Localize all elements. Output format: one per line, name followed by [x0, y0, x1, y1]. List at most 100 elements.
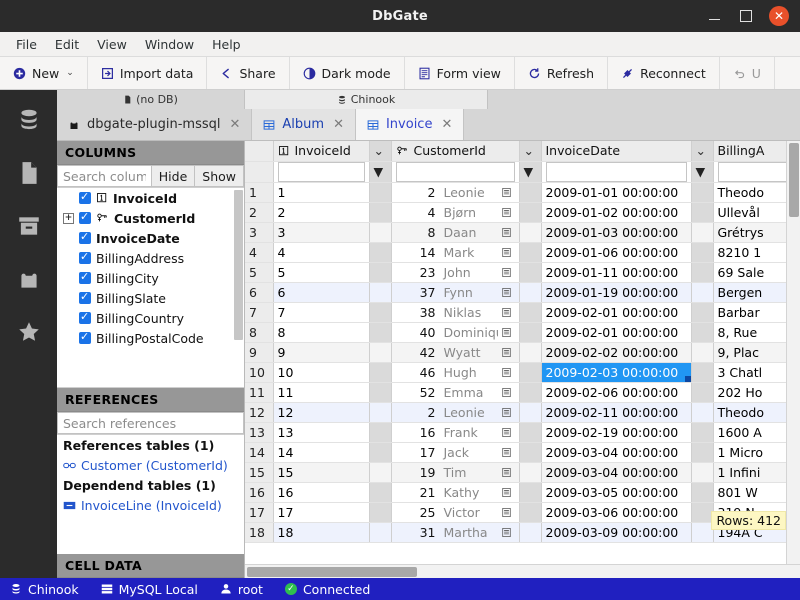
checkbox[interactable] — [79, 292, 91, 304]
form-view-button[interactable]: Form view — [405, 57, 515, 89]
table-row[interactable]: 338Daan2009-01-03 00:00:00Grétrys — [245, 222, 800, 242]
menu-item-view[interactable]: View — [89, 35, 135, 54]
row-spacer[interactable] — [369, 322, 391, 342]
cell-customerid[interactable]: 37Fynn — [391, 282, 519, 302]
table-row[interactable]: 151519Tim2009-03-04 00:00:001 Infini — [245, 462, 800, 482]
scrollbar-thumb[interactable] — [789, 143, 799, 217]
row-spacer[interactable] — [369, 502, 391, 522]
filter-cell-invoicedate[interactable] — [541, 161, 691, 182]
menu-item-help[interactable]: Help — [204, 35, 249, 54]
table-row[interactable]: 161621Kathy2009-03-05 00:00:00801 W — [245, 482, 800, 502]
row-number-cell[interactable]: 17 — [245, 502, 273, 522]
column-header-invoicedate[interactable]: InvoiceDate — [541, 141, 691, 161]
row-spacer[interactable] — [369, 482, 391, 502]
row-number-cell[interactable]: 12 — [245, 402, 273, 422]
row-spacer[interactable] — [519, 182, 541, 202]
column-dropdown-invoicedate[interactable]: ⌄ — [691, 141, 713, 161]
row-spacer[interactable] — [691, 502, 713, 522]
cell-invoicedate[interactable]: 2009-02-19 00:00:00 — [541, 422, 691, 442]
checkbox[interactable] — [79, 272, 91, 284]
filter-input-customerid[interactable] — [396, 162, 515, 182]
undo-button[interactable]: U — [720, 57, 775, 89]
checkbox[interactable] — [79, 332, 91, 344]
cell-invoicedate[interactable]: 2009-02-06 00:00:00 — [541, 382, 691, 402]
row-spacer[interactable] — [691, 322, 713, 342]
cell-invoicedate[interactable]: 2009-01-06 00:00:00 — [541, 242, 691, 262]
share-button[interactable]: Share — [207, 57, 289, 89]
column-header-customerid[interactable]: CustomerId — [391, 141, 519, 161]
cell-customerid[interactable]: 42Wyatt — [391, 342, 519, 362]
row-spacer[interactable] — [369, 282, 391, 302]
cell-invoicedate[interactable]: 2009-01-11 00:00:00 — [541, 262, 691, 282]
cell-invoiceid[interactable]: 6 — [273, 282, 369, 302]
row-number-cell[interactable]: 6 — [245, 282, 273, 302]
row-spacer[interactable] — [519, 462, 541, 482]
reference-item-customer[interactable]: Customer (CustomerId) — [57, 455, 244, 475]
row-number-cell[interactable]: 10 — [245, 362, 273, 382]
filter-input-invoiceid[interactable] — [278, 162, 365, 182]
cell-customerid[interactable]: 2Leonie — [391, 402, 519, 422]
row-spacer[interactable] — [519, 482, 541, 502]
filter-cell-customerid[interactable] — [391, 161, 519, 182]
rail-item-archive[interactable] — [7, 204, 51, 248]
cell-customerid[interactable]: 4Bjørn — [391, 202, 519, 222]
rail-item-plugins[interactable] — [7, 257, 51, 301]
table-row[interactable]: 9942Wyatt2009-02-02 00:00:009, Plac — [245, 342, 800, 362]
show-columns-button[interactable]: Show — [195, 165, 244, 187]
filter-icon[interactable]: ▼ — [519, 161, 541, 182]
row-spacer[interactable] — [369, 182, 391, 202]
grid-vertical-scrollbar[interactable] — [786, 141, 800, 564]
cell-invoicedate[interactable]: 2009-01-01 00:00:00 — [541, 182, 691, 202]
cell-invoicedate[interactable]: 2009-03-04 00:00:00 — [541, 442, 691, 462]
row-spacer[interactable] — [519, 502, 541, 522]
table-row[interactable]: 4414Mark2009-01-06 00:00:008210 1 — [245, 242, 800, 262]
import-data-button[interactable]: Import data — [88, 57, 208, 89]
column-dropdown-invoiceid[interactable]: ⌄ — [369, 141, 391, 161]
close-icon[interactable]: ✕ — [769, 6, 789, 26]
grid-horizontal-scrollbar[interactable] — [245, 564, 800, 578]
row-spacer[interactable] — [369, 442, 391, 462]
cell-customerid[interactable]: 16Frank — [391, 422, 519, 442]
data-grid[interactable]: InvoiceId ⌄ CustomerId — [245, 141, 800, 564]
cell-invoicedate[interactable]: 2009-01-02 00:00:00 — [541, 202, 691, 222]
column-item-billingpostalcode[interactable]: BillingPostalCode — [57, 328, 244, 348]
row-spacer[interactable] — [691, 342, 713, 362]
cell-invoicedate[interactable]: 2009-03-05 00:00:00 — [541, 482, 691, 502]
checkbox[interactable] — [79, 212, 91, 224]
row-spacer[interactable] — [519, 302, 541, 322]
row-spacer[interactable] — [691, 262, 713, 282]
search-references-input[interactable] — [57, 412, 244, 434]
row-spacer[interactable] — [691, 222, 713, 242]
filter-icon[interactable]: ▼ — [691, 161, 713, 182]
column-item-billingaddress[interactable]: BillingAddress — [57, 248, 244, 268]
dark-mode-button[interactable]: Dark mode — [290, 57, 405, 89]
column-header-invoiceid[interactable]: InvoiceId — [273, 141, 369, 161]
minimize-icon[interactable] — [705, 7, 723, 25]
row-spacer[interactable] — [519, 382, 541, 402]
close-icon[interactable]: ✕ — [441, 117, 452, 132]
expand-icon[interactable]: + — [63, 213, 74, 224]
table-row[interactable]: 12122Leonie2009-02-11 00:00:00Theodo — [245, 402, 800, 422]
cell-customerid[interactable]: 14Mark — [391, 242, 519, 262]
row-spacer[interactable] — [519, 362, 541, 382]
row-spacer[interactable] — [691, 282, 713, 302]
cell-invoiceid[interactable]: 12 — [273, 402, 369, 422]
row-spacer[interactable] — [691, 522, 713, 542]
row-number-cell[interactable]: 13 — [245, 422, 273, 442]
cell-customerid[interactable]: 52Emma — [391, 382, 519, 402]
cell-invoicedate[interactable]: 2009-02-01 00:00:00 — [541, 302, 691, 322]
cell-invoicedate[interactable]: 2009-01-03 00:00:00 — [541, 222, 691, 242]
cell-customerid[interactable]: 23John — [391, 262, 519, 282]
status-connection[interactable]: ✓ Connected — [285, 582, 370, 597]
checkbox[interactable] — [79, 192, 91, 204]
row-spacer[interactable] — [369, 302, 391, 322]
row-spacer[interactable] — [519, 522, 541, 542]
cell-customerid[interactable]: 25Victor — [391, 502, 519, 522]
row-spacer[interactable] — [519, 442, 541, 462]
row-number-cell[interactable]: 8 — [245, 322, 273, 342]
row-spacer[interactable] — [519, 402, 541, 422]
cell-invoiceid[interactable]: 16 — [273, 482, 369, 502]
row-spacer[interactable] — [369, 462, 391, 482]
table-row[interactable]: 101046Hugh2009-02-03 00:00:003 Chatl — [245, 362, 800, 382]
cell-invoiceid[interactable]: 4 — [273, 242, 369, 262]
